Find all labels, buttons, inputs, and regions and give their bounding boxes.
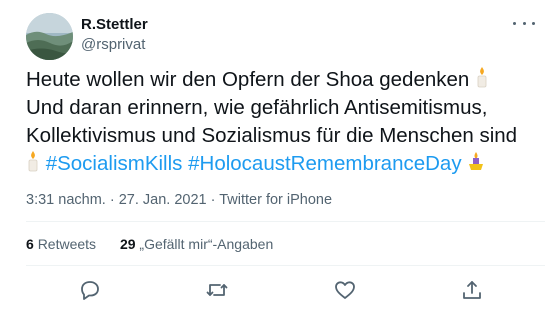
tweet-line-3: Kollektivismus und Sozialismus für die M… (26, 124, 518, 147)
tweet-text-line1: Heute wollen wir den Opfern der Shoa ged… (26, 68, 470, 91)
candle-icon (477, 67, 487, 88)
tweet-meta: 3:31 nachm. · 27. Jan. 2021 · Twitter fo… (26, 192, 332, 208)
retweets-stat[interactable]: 6 Retweets (26, 236, 96, 252)
tweet-source[interactable]: Twitter for iPhone (219, 192, 332, 208)
retweets-label: Retweets (37, 236, 97, 252)
menorah-icon (469, 152, 484, 170)
likes-count: 29 (119, 236, 136, 252)
avatar[interactable] (26, 13, 73, 60)
tweet-card: R.Stettler @rsprivat Heute wollen wir de… (0, 0, 545, 312)
meta-separator: · (206, 192, 220, 208)
divider (26, 221, 545, 222)
meta-separator: · (105, 192, 119, 208)
share-icon[interactable] (460, 278, 484, 302)
action-bar (0, 278, 545, 302)
author-block: R.Stettler @rsprivat (81, 16, 148, 54)
author-display-name[interactable]: R.Stettler (81, 16, 148, 34)
tweet-date[interactable]: 27. Jan. 2021 (119, 192, 207, 208)
tweet-line-2: Und daran erinnern, wie gefährlich Antis… (26, 96, 488, 119)
tweet-line-4: #SocialismKills #HolocaustRemembranceDay (26, 150, 536, 178)
likes-stat[interactable]: 29 „Gefällt mir“-Angaben (120, 236, 273, 252)
tweet-line-1: Heute wollen wir den Opfern der Shoa ged… (26, 66, 536, 94)
hashtag-socialismkills[interactable]: #SocialismKills (46, 152, 183, 175)
author-handle[interactable]: @rsprivat (81, 36, 148, 54)
retweets-count: 6 (26, 236, 34, 252)
tweet-text: Heute wollen wir den Opfern der Shoa ged… (26, 66, 536, 178)
more-icon[interactable] (513, 18, 535, 28)
retweet-icon[interactable] (205, 278, 229, 302)
hashtag-holocaustremembranceday[interactable]: #HolocaustRemembranceDay (188, 152, 461, 175)
tweet-time[interactable]: 3:31 nachm. (26, 192, 106, 208)
like-icon[interactable] (333, 278, 357, 302)
likes-label: „Gefällt mir“-Angaben (139, 236, 274, 252)
candle-icon (28, 151, 38, 172)
tweet-stats: 6 Retweets 29 „Gefällt mir“-Angaben (26, 236, 293, 252)
divider (26, 265, 545, 266)
reply-icon[interactable] (78, 278, 102, 302)
